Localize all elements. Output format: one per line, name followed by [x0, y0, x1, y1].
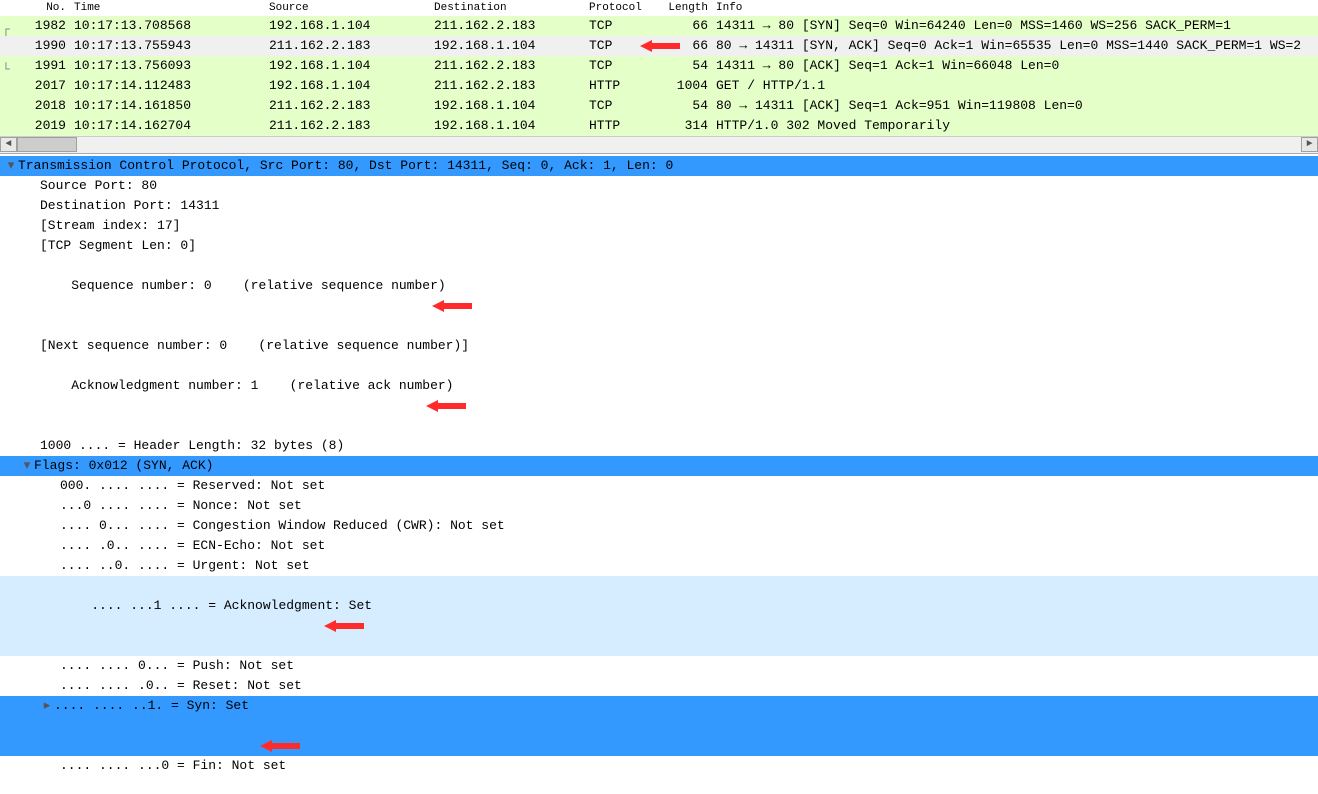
flag-syn[interactable]: ▸.... .... ..1. = Syn: Set	[0, 696, 1318, 756]
cell-src: 211.162.2.183	[265, 116, 430, 136]
cell-no: 2018	[0, 96, 70, 116]
packet-row[interactable]: 2019 10:17:14.162704 211.162.2.183 192.1…	[0, 116, 1318, 136]
annotation-arrow-icon	[260, 698, 307, 794]
col-header-info[interactable]: Info	[712, 2, 1318, 14]
flag-reset[interactable]: .... .... .0.. = Reset: Not set	[0, 676, 1318, 696]
flag-ack[interactable]: .... ...1 .... = Acknowledgment: Set	[0, 576, 1318, 656]
col-header-len[interactable]: Length	[660, 2, 712, 14]
cell-time: 10:17:13.755943	[70, 36, 265, 56]
cell-no: 1990	[0, 36, 70, 56]
cell-proto: TCP	[585, 56, 660, 76]
flag-syn-text: .... .... ..1. = Syn: Set	[54, 698, 249, 713]
chevron-right-icon[interactable]: ▸	[40, 696, 54, 716]
cell-time: 10:17:14.162704	[70, 116, 265, 136]
col-header-proto[interactable]: Protocol	[585, 2, 660, 14]
cell-src: 192.168.1.104	[265, 76, 430, 96]
cell-dst: 211.162.2.183	[430, 76, 585, 96]
packet-row-selected[interactable]: 1990 10:17:13.755943 211.162.2.183 192.1…	[0, 36, 1318, 56]
cell-src: 211.162.2.183	[265, 36, 430, 56]
cell-len: 66	[660, 36, 712, 56]
col-header-dst[interactable]: Destination	[430, 2, 585, 14]
cell-time: 10:17:13.708568	[70, 16, 265, 36]
cell-info: 14311 → 80 [SYN] Seq=0 Win=64240 Len=0 M…	[712, 16, 1318, 36]
detail-dst-port[interactable]: Destination Port: 14311	[0, 196, 1318, 216]
detail-next-seq[interactable]: [Next sequence number: 0 (relative seque…	[0, 336, 1318, 356]
col-header-no[interactable]: No.	[0, 2, 70, 14]
cell-info: 14311 → 80 [ACK] Seq=1 Ack=1 Win=66048 L…	[712, 56, 1318, 76]
detail-stream-index[interactable]: [Stream index: 17]	[0, 216, 1318, 236]
flag-push[interactable]: .... .... 0... = Push: Not set	[0, 656, 1318, 676]
packet-row[interactable]: └ 1991 10:17:13.756093 192.168.1.104 211…	[0, 56, 1318, 76]
cell-info: 80 → 14311 [SYN, ACK] Seq=0 Ack=1 Win=65…	[712, 36, 1318, 56]
cell-src: 211.162.2.183	[265, 96, 430, 116]
flag-reserved[interactable]: 000. .... .... = Reserved: Not set	[0, 476, 1318, 496]
cell-len: 66	[660, 16, 712, 36]
cell-proto: HTTP	[585, 116, 660, 136]
chevron-down-icon[interactable]: ▾	[4, 156, 18, 176]
cell-proto: TCP	[585, 36, 660, 56]
cell-info: GET / HTTP/1.1	[712, 76, 1318, 96]
col-header-time[interactable]: Time	[70, 2, 265, 14]
cell-len: 314	[660, 116, 712, 136]
packet-details-pane: ▾Transmission Control Protocol, Src Port…	[0, 154, 1318, 776]
tcp-header-line[interactable]: ▾Transmission Control Protocol, Src Port…	[0, 156, 1318, 176]
packet-list-header: No. Time Source Destination Protocol Len…	[0, 0, 1318, 16]
cell-proto: TCP	[585, 16, 660, 36]
flag-cwr[interactable]: .... 0... .... = Congestion Window Reduc…	[0, 516, 1318, 536]
cell-time: 10:17:14.161850	[70, 96, 265, 116]
packet-row[interactable]: 2018 10:17:14.161850 211.162.2.183 192.1…	[0, 96, 1318, 116]
cell-time: 10:17:14.112483	[70, 76, 265, 96]
packet-list-pane: No. Time Source Destination Protocol Len…	[0, 0, 1318, 154]
tree-start-icon: ┌	[2, 20, 12, 32]
packet-row[interactable]: 2017 10:17:14.112483 192.168.1.104 211.1…	[0, 76, 1318, 96]
flag-fin[interactable]: .... .... ...0 = Fin: Not set	[0, 756, 1318, 776]
cell-src: 192.168.1.104	[265, 56, 430, 76]
tree-end-icon: └	[2, 60, 12, 72]
scroll-left-button[interactable]: ◄	[0, 137, 17, 152]
cell-dst: 211.162.2.183	[430, 16, 585, 36]
cell-dst: 192.168.1.104	[430, 96, 585, 116]
cell-proto: TCP	[585, 96, 660, 116]
cell-time: 10:17:13.756093	[70, 56, 265, 76]
flags-title: Flags: 0x012 (SYN, ACK)	[34, 458, 213, 473]
cell-len: 1004	[660, 76, 712, 96]
cell-dst: 192.168.1.104	[430, 116, 585, 136]
scroll-right-button[interactable]: ►	[1301, 137, 1318, 152]
cell-info: HTTP/1.0 302 Moved Temporarily	[712, 116, 1318, 136]
flag-ack-text: .... ...1 .... = Acknowledgment: Set	[91, 598, 372, 613]
cell-src: 192.168.1.104	[265, 16, 430, 36]
flag-urgent[interactable]: .... ..0. .... = Urgent: Not set	[0, 556, 1318, 576]
scroll-thumb[interactable]	[17, 137, 77, 152]
cell-info: 80 → 14311 [ACK] Seq=1 Ack=951 Win=11980…	[712, 96, 1318, 116]
cell-proto: HTTP	[585, 76, 660, 96]
horizontal-scrollbar[interactable]: ◄ ►	[0, 136, 1318, 153]
flag-ecn[interactable]: .... .0.. .... = ECN-Echo: Not set	[0, 536, 1318, 556]
detail-segment-len[interactable]: [TCP Segment Len: 0]	[0, 236, 1318, 256]
detail-ack-number[interactable]: Acknowledgment number: 1 (relative ack n…	[0, 356, 1318, 436]
cell-dst: 192.168.1.104	[430, 36, 585, 56]
tcp-title: Transmission Control Protocol, Src Port:…	[18, 158, 673, 173]
cell-len: 54	[660, 96, 712, 116]
col-header-src[interactable]: Source	[265, 2, 430, 14]
packet-row[interactable]: ┌ 1982 10:17:13.708568 192.168.1.104 211…	[0, 16, 1318, 36]
detail-flags-header[interactable]: ▾Flags: 0x012 (SYN, ACK)	[0, 456, 1318, 476]
cell-len: 54	[660, 56, 712, 76]
cell-no: 2017	[0, 76, 70, 96]
cell-dst: 211.162.2.183	[430, 56, 585, 76]
detail-seq-text: Sequence number: 0 (relative sequence nu…	[71, 278, 445, 293]
detail-ack-text: Acknowledgment number: 1 (relative ack n…	[71, 378, 453, 393]
detail-src-port[interactable]: Source Port: 80	[0, 176, 1318, 196]
flag-nonce[interactable]: ...0 .... .... = Nonce: Not set	[0, 496, 1318, 516]
chevron-down-icon[interactable]: ▾	[20, 456, 34, 476]
cell-no: 2019	[0, 116, 70, 136]
detail-header-length[interactable]: 1000 .... = Header Length: 32 bytes (8)	[0, 436, 1318, 456]
detail-seq-number[interactable]: Sequence number: 0 (relative sequence nu…	[0, 256, 1318, 336]
